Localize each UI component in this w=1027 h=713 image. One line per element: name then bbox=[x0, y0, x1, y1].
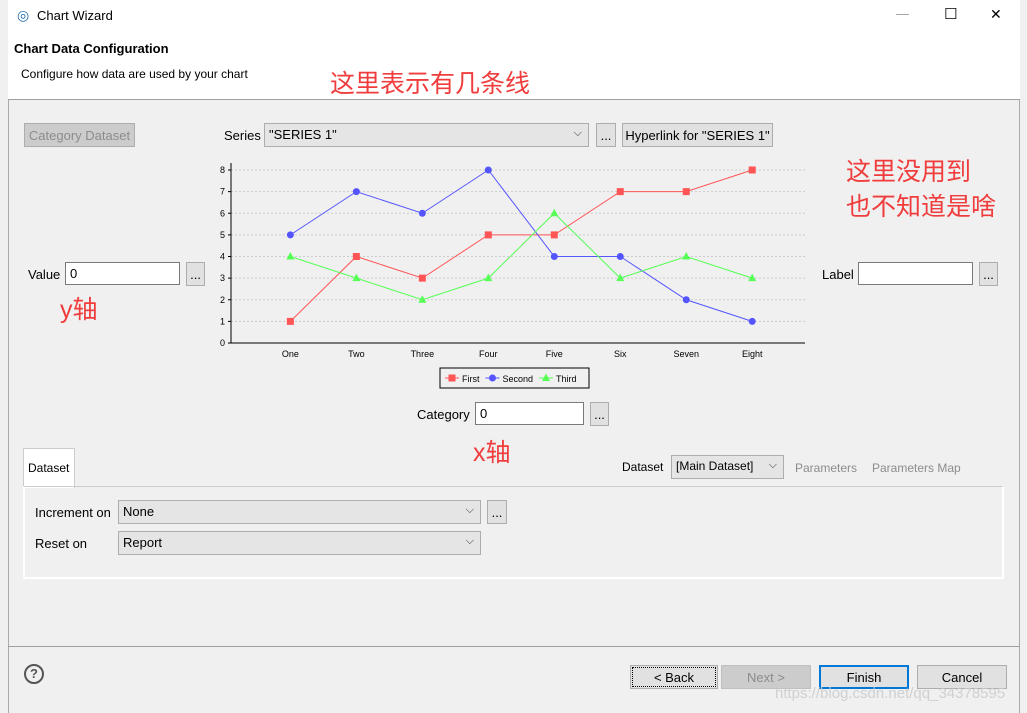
value-label: Value bbox=[28, 267, 61, 282]
chevron-down-icon: ⌵ bbox=[768, 459, 777, 471]
hyperlink-button[interactable]: Hyperlink for "SERIES 1" bbox=[622, 123, 773, 147]
chevron-down-icon: ⌵ bbox=[573, 127, 582, 139]
annotation-y-axis: y轴 bbox=[60, 296, 98, 324]
category-label: Category bbox=[417, 407, 470, 422]
dataset-panel: Increment on None ⌵ ... Reset on Report ⌵ bbox=[23, 486, 1004, 579]
data-point bbox=[418, 274, 426, 282]
series-select[interactable]: "SERIES 1" ⌵ bbox=[264, 123, 589, 147]
data-point bbox=[550, 208, 559, 217]
label-input[interactable] bbox=[858, 262, 973, 285]
data-point bbox=[616, 253, 624, 260]
data-point bbox=[748, 317, 756, 325]
y-tick-label: 1 bbox=[220, 316, 225, 326]
y-tick-label: 7 bbox=[220, 187, 225, 197]
data-point bbox=[748, 166, 756, 174]
data-point bbox=[550, 253, 558, 260]
app-logo-icon: ◎ bbox=[17, 7, 30, 23]
data-point bbox=[286, 252, 295, 260]
legend-label: Third bbox=[556, 374, 577, 384]
page-title: Chart Data Configuration bbox=[14, 41, 169, 56]
y-tick-label: 8 bbox=[220, 165, 225, 175]
value-input[interactable] bbox=[65, 262, 180, 285]
reset-select[interactable]: Report ⌵ bbox=[118, 531, 481, 555]
title-bar: ◎ Chart Wizard — ☐ ✕ bbox=[8, 0, 1020, 32]
series-label: Series bbox=[224, 128, 261, 143]
legend-label: Second bbox=[503, 374, 534, 384]
back-button[interactable]: < Back bbox=[630, 665, 718, 689]
legend-label: First bbox=[462, 374, 480, 384]
annotation-lines: 这里表示有几条线 bbox=[330, 70, 531, 98]
annotation-unused-1: 这里没用到 bbox=[846, 158, 972, 186]
increment-select[interactable]: None ⌵ bbox=[118, 500, 481, 524]
data-point bbox=[616, 188, 624, 196]
data-point bbox=[286, 231, 294, 239]
chart-preview: 0 1 2 3 4 5 6 7 8 One Two Three Four Five Six Seven Eigh… bbox=[220, 163, 805, 389]
x-tick-label: One bbox=[282, 349, 299, 359]
x-tick-label: Three bbox=[411, 349, 435, 359]
increment-more-button[interactable]: ... bbox=[487, 500, 507, 524]
data-point bbox=[484, 166, 492, 174]
footer-divider bbox=[8, 646, 1020, 647]
data-point bbox=[418, 209, 426, 217]
chevron-down-icon: ⌵ bbox=[465, 504, 474, 516]
help-glyph: ? bbox=[30, 666, 38, 681]
legend-marker bbox=[542, 373, 551, 381]
value-more-button[interactable]: ... bbox=[186, 262, 205, 286]
data-point bbox=[352, 188, 360, 196]
dataset-select[interactable]: [Main Dataset] ⌵ bbox=[671, 455, 784, 479]
reset-label: Reset on bbox=[35, 536, 88, 551]
category-dataset-button[interactable]: Category Dataset bbox=[24, 123, 135, 147]
dataset-value: [Main Dataset] bbox=[676, 459, 754, 473]
category-input[interactable] bbox=[475, 402, 584, 425]
maximize-button[interactable]: ☐ bbox=[944, 5, 957, 23]
close-button[interactable]: ✕ bbox=[990, 6, 1002, 23]
data-point bbox=[682, 252, 691, 260]
reset-value: Report bbox=[123, 535, 163, 550]
label-more-button[interactable]: ... bbox=[979, 262, 998, 286]
dataset-label: Dataset bbox=[622, 460, 664, 474]
tab-parameters-map[interactable]: Parameters Map bbox=[872, 461, 961, 475]
x-tick-label: Seven bbox=[673, 349, 699, 359]
category-more-button[interactable]: ... bbox=[590, 402, 609, 426]
x-tick-label: Four bbox=[479, 349, 498, 359]
series-value: "SERIES 1" bbox=[269, 127, 337, 142]
annotation-x-axis: x轴 bbox=[473, 439, 511, 467]
data-point bbox=[550, 231, 558, 239]
data-point bbox=[352, 253, 360, 260]
y-tick-label: 5 bbox=[220, 230, 225, 240]
annotation-unused-2: 也不知道是啥 bbox=[846, 193, 997, 221]
x-tick-label: Five bbox=[546, 349, 563, 359]
page-subtitle: Configure how data are used by your char… bbox=[21, 67, 248, 81]
y-tick-label: 3 bbox=[220, 273, 225, 283]
y-tick-label: 4 bbox=[220, 252, 225, 262]
increment-label: Increment on bbox=[35, 505, 111, 520]
minimize-button[interactable]: — bbox=[896, 6, 909, 21]
data-point bbox=[682, 296, 690, 304]
x-tick-label: Six bbox=[614, 349, 627, 359]
y-tick-label: 0 bbox=[220, 338, 225, 348]
data-point bbox=[484, 231, 492, 239]
window-title: Chart Wizard bbox=[37, 8, 113, 23]
data-point bbox=[682, 188, 690, 196]
x-tick-label: Eight bbox=[742, 349, 763, 359]
tab-dataset-label: Dataset bbox=[28, 461, 70, 475]
watermark: https://blog.csdn.net/qq_34378595 bbox=[775, 685, 1006, 702]
tab-dataset[interactable]: Dataset bbox=[23, 448, 75, 488]
increment-value: None bbox=[123, 504, 155, 519]
x-tick-label: Two bbox=[348, 349, 365, 359]
legend-marker bbox=[489, 374, 496, 382]
label-label: Label bbox=[822, 267, 854, 282]
chevron-down-icon: ⌵ bbox=[465, 535, 474, 547]
y-tick-label: 2 bbox=[220, 295, 225, 305]
tab-parameters[interactable]: Parameters bbox=[795, 461, 857, 475]
data-point bbox=[286, 317, 294, 325]
series-more-button[interactable]: ... bbox=[596, 123, 616, 147]
legend-marker bbox=[448, 374, 456, 382]
help-icon[interactable]: ? bbox=[24, 664, 44, 684]
y-tick-label: 6 bbox=[220, 208, 225, 218]
